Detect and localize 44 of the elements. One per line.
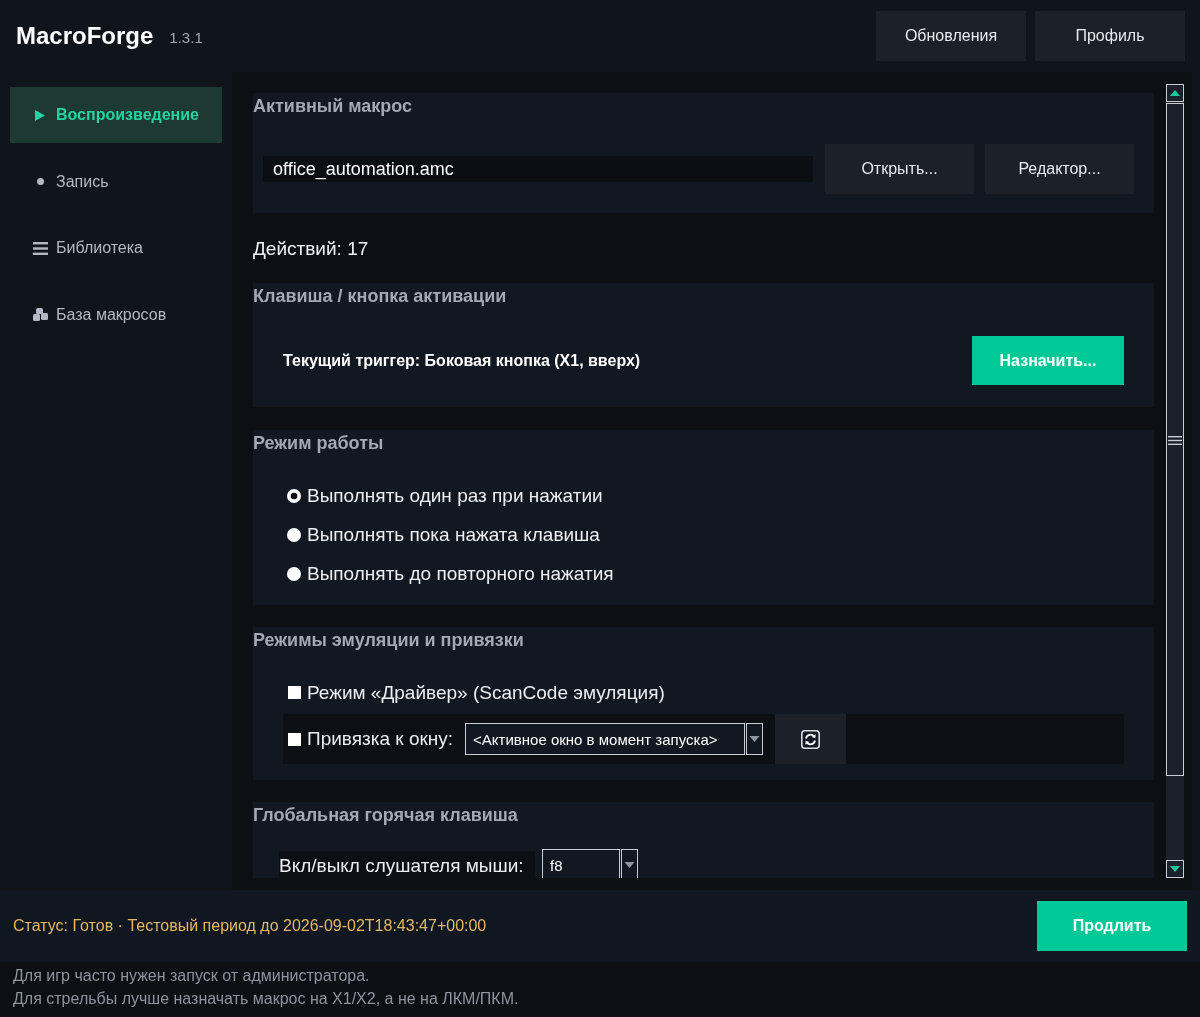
section-title: Режимы эмуляции и привязки <box>253 629 525 652</box>
checkbox[interactable] <box>288 732 301 746</box>
scroll-down-button[interactable] <box>1166 860 1184 878</box>
refresh-icon <box>801 729 821 749</box>
macro-button[interactable]: Редактор... <box>985 144 1134 194</box>
radio-button[interactable] <box>287 527 301 542</box>
checkbox-label: Привязка к окну: <box>307 728 454 750</box>
radio-button[interactable] <box>287 566 301 581</box>
up-arrow-icon <box>1170 90 1180 96</box>
tip-text: Для игр часто нужен запуск от администратора. <box>13 967 370 984</box>
header-button[interactable]: Профиль <box>1035 11 1185 61</box>
grip-icon <box>1168 436 1182 445</box>
tip-text: Для стрельбы лучше назначать макрос на X1/X2, а не на ЛКМ/ПКМ. <box>13 990 519 1007</box>
list-icon <box>32 241 48 255</box>
radio-label: Выполнять до повторного нажатия <box>307 562 614 585</box>
checkbox-label: Режим «Драйвер» (ScanCode эмуляция) <box>307 681 665 704</box>
section-title: Режим работы <box>253 432 385 455</box>
app-title: MacroForge <box>16 22 154 50</box>
hotkey-label: Вкл/выкл слушателя мыши: <box>279 851 535 878</box>
down-arrow-icon <box>1170 866 1180 872</box>
radio-button[interactable] <box>287 488 301 503</box>
checkbox[interactable] <box>288 686 301 699</box>
play-icon <box>35 109 45 121</box>
cubes-icon <box>32 308 48 321</box>
file-field[interactable]: office_automation.amc <box>263 156 813 182</box>
section-title: Глобальная горячая клавиша <box>253 804 519 827</box>
current-trigger: Текущий триггер: Боковая кнопка (X1, вверх) <box>283 351 641 370</box>
status-text: Статус: Готов · Тестовый период до 2026-09-02T18:43:47+00:00 <box>13 917 487 935</box>
dot-icon <box>36 178 44 185</box>
caret-icon <box>746 723 764 755</box>
refresh-button[interactable] <box>775 714 847 764</box>
sidebar-item[interactable]: Воспроизведение <box>10 87 222 143</box>
sidebar-item[interactable]: Библиотека <box>10 220 222 276</box>
radio-label: Выполнять один раз при нажатии <box>307 484 603 507</box>
section-title: Клавиша / кнопка активации <box>253 285 508 308</box>
radio-label: Выполнять пока нажата клавиша <box>307 523 600 546</box>
actions-count: Действий: 17 <box>253 237 369 260</box>
section-title: Активный макрос <box>253 95 414 118</box>
sidebar-item[interactable]: База макросов <box>10 286 222 343</box>
app-version: 1.3.1 <box>169 28 203 46</box>
header-button[interactable]: Обновления <box>876 11 1026 61</box>
macro-button[interactable]: Открыть... <box>825 144 974 194</box>
sidebar-item[interactable]: Запись <box>10 153 222 210</box>
scroll-up-button[interactable] <box>1166 84 1184 102</box>
